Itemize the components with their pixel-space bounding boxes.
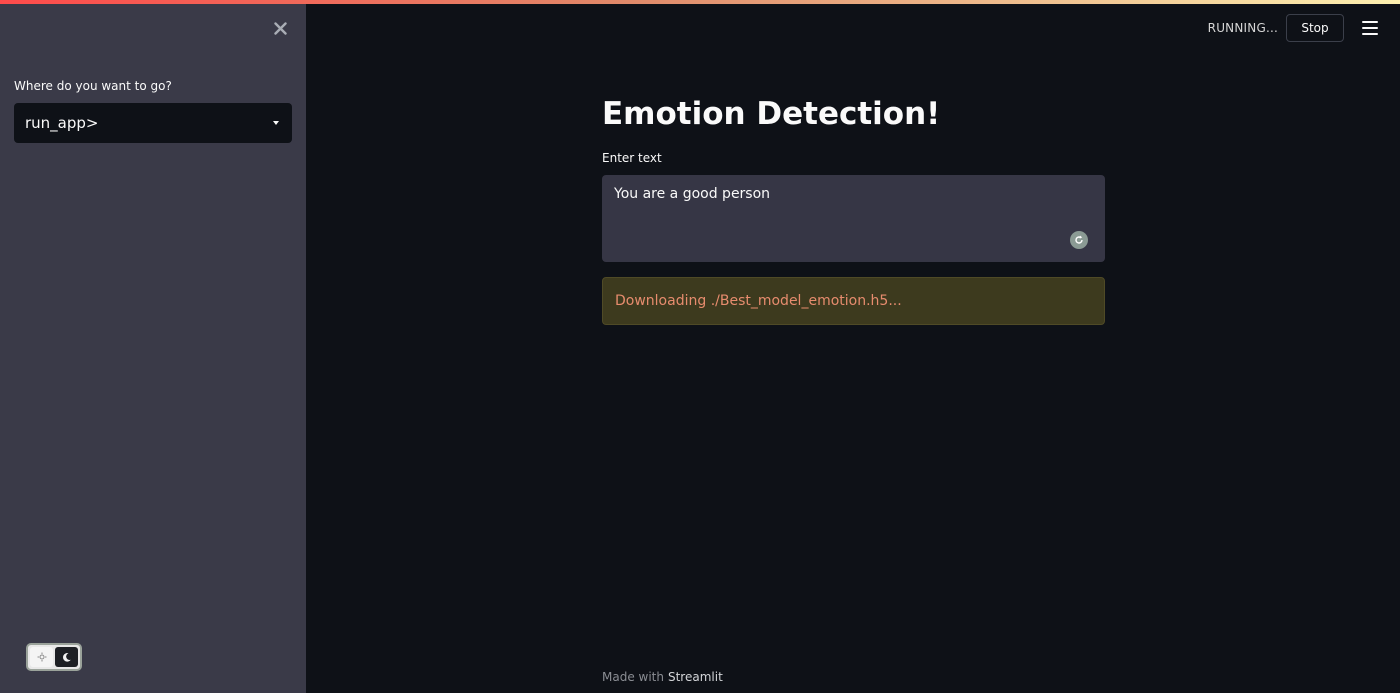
refresh-icon[interactable] [1070,231,1088,249]
caret-down-icon [273,121,279,125]
app-header: RUNNING... Stop [1208,14,1378,42]
nav-select[interactable]: run_app> [14,103,292,143]
theme-dark-option[interactable] [55,647,78,667]
moon-icon [62,652,71,662]
nav-select-value: run_app> [25,114,99,132]
sidebar: Where do you want to go? run_app> [0,0,306,693]
streamlit-link[interactable]: Streamlit [668,670,723,684]
text-input-value: You are a good person [614,186,771,202]
download-status-text: Downloading ./Best_model_emotion.h5... [615,293,902,309]
close-icon [273,21,287,35]
text-input-label: Enter text [602,151,662,165]
nav-select-label: Where do you want to go? [14,79,172,93]
theme-toggle[interactable] [26,643,82,671]
close-sidebar-button[interactable] [270,18,290,38]
main-content: Emotion Detection! Enter text You are a … [602,0,1105,693]
theme-light-option[interactable] [30,647,53,667]
page-title: Emotion Detection! [602,96,941,132]
hamburger-menu-icon[interactable] [1362,21,1378,35]
stop-button[interactable]: Stop [1286,14,1344,42]
sun-icon [37,652,46,662]
download-status-message: Downloading ./Best_model_emotion.h5... [602,277,1105,325]
top-decoration-bar [0,0,1400,4]
text-input[interactable]: You are a good person [602,175,1105,262]
running-status: RUNNING... [1207,21,1278,35]
footer: Made with Streamlit [602,670,723,684]
footer-made-with: Made with [602,670,664,684]
